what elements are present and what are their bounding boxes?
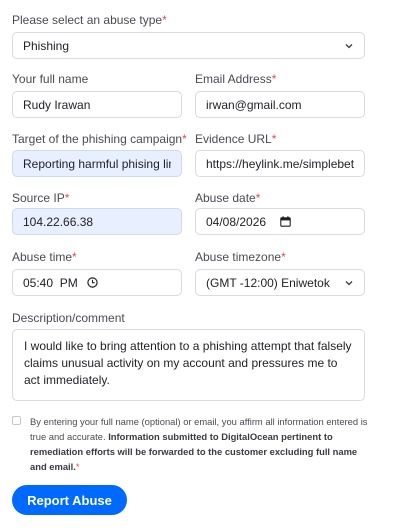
abuse-timezone-select[interactable]: (GMT -12:00) Eniwetok [195, 269, 365, 296]
abuse-time-value: 05:40 PM [23, 275, 78, 290]
abuse-time-input[interactable]: 05:40 PM [12, 269, 182, 296]
calendar-icon[interactable] [280, 216, 291, 227]
target-label: Target of the phishing campaign* [12, 132, 187, 146]
email-value: irwan@gmail.com [206, 97, 302, 112]
report-abuse-button[interactable]: Report Abuse [12, 485, 127, 515]
evidence-url-input[interactable]: https://heylink.me/simplebet8 [195, 150, 365, 177]
abuse-date-label: Abuse date* [195, 191, 261, 205]
abuse-timezone-label: Abuse timezone* [195, 250, 286, 264]
source-ip-value: 104.22.66.38 [23, 214, 94, 229]
abuse-time-label: Abuse time* [12, 250, 77, 264]
consent-checkbox[interactable] [12, 416, 21, 425]
chevron-down-icon [345, 280, 353, 285]
evidence-url-value: https://heylink.me/simplebet8 [206, 156, 354, 171]
chevron-down-icon [345, 43, 353, 48]
source-ip-input[interactable]: 104.22.66.38 [12, 208, 182, 235]
description-label: Description/comment [12, 311, 125, 325]
email-input[interactable]: irwan@gmail.com [195, 91, 365, 118]
email-label: Email Address* [195, 72, 277, 86]
full-name-value: Rudy Irawan [23, 97, 91, 112]
full-name-label: Your full name [12, 72, 89, 86]
clock-icon[interactable] [87, 277, 98, 288]
target-input[interactable]: Reporting harmful phising link [12, 150, 182, 177]
target-value: Reporting harmful phising link [23, 156, 171, 171]
abuse-type-label: Please select an abuse type* [12, 13, 167, 27]
evidence-url-label: Evidence URL* [195, 132, 277, 146]
abuse-date-input[interactable]: 04/08/2026 [195, 208, 365, 235]
abuse-date-value: 04/08/2026 [206, 214, 267, 229]
abuse-type-value: Phishing [23, 38, 70, 53]
description-textarea[interactable]: I would like to bring attention to a phi… [12, 329, 365, 401]
abuse-timezone-value: (GMT -12:00) Eniwetok [206, 275, 330, 290]
full-name-input[interactable]: Rudy Irawan [12, 91, 182, 118]
consent-text: By entering your full name (optional) or… [30, 416, 368, 472]
abuse-type-select[interactable]: Phishing [12, 32, 365, 59]
source-ip-label: Source IP* [12, 191, 70, 205]
